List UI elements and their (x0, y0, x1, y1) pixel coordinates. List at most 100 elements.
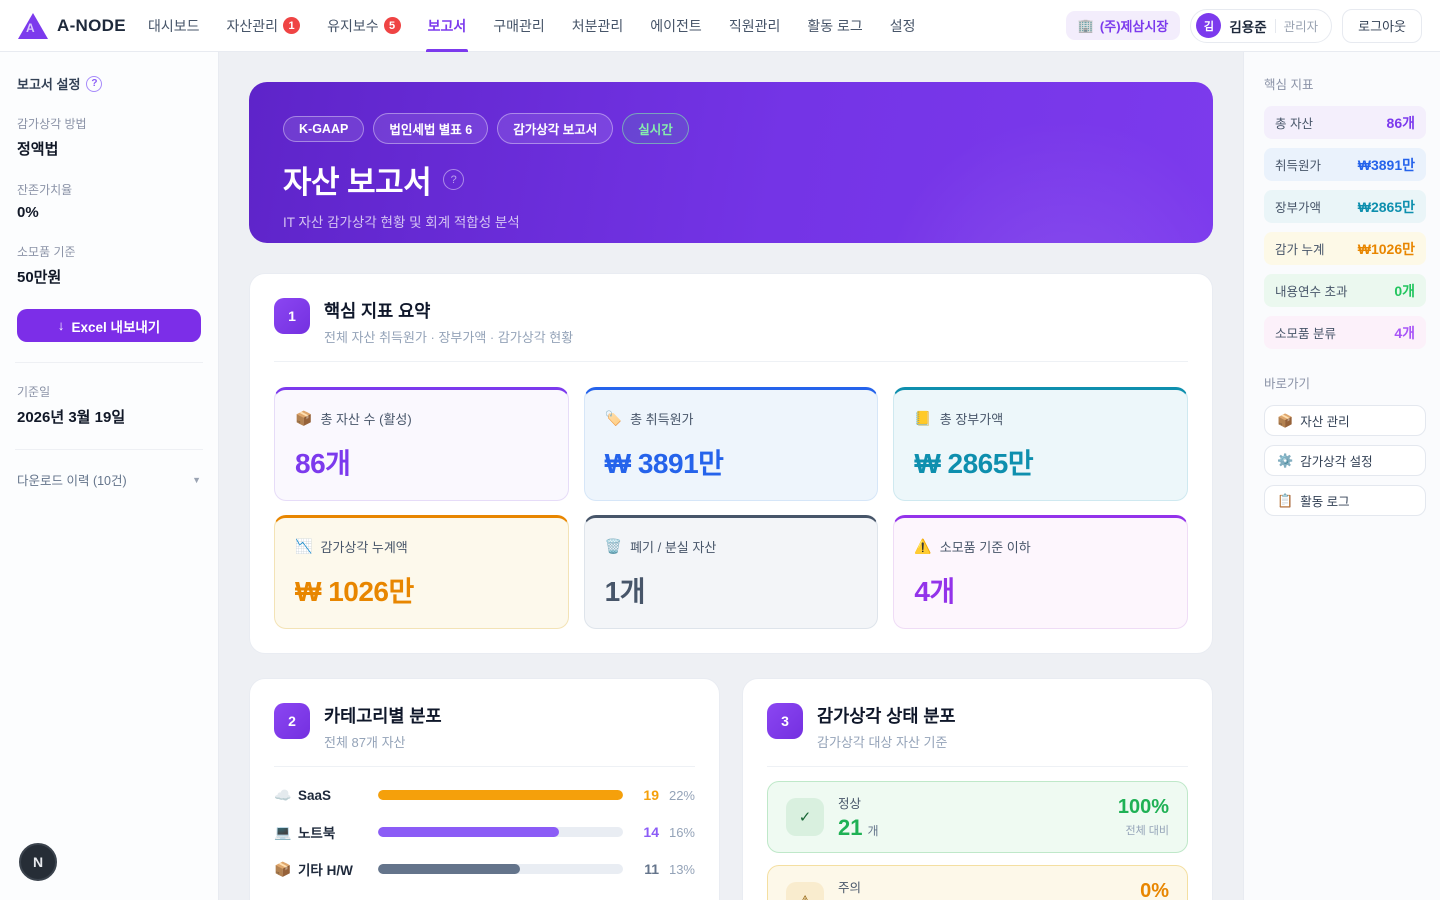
divider (767, 766, 1188, 767)
top-navbar: A-NODE 대시보드 자산관리1 유지보수5 보고서 구매관리 처분관리 에이… (0, 0, 1440, 52)
cloud-icon: ☁️ (274, 787, 298, 804)
nav-item-settings[interactable]: 설정 (890, 0, 916, 52)
ledger-icon: 📒 (914, 410, 931, 427)
section-key-metrics: 1 핵심 지표 요약 전체 자산 취득원가 · 장부가액 · 감가상각 현황 📦… (249, 273, 1213, 654)
nav-item-dashboard[interactable]: 대시보드 (148, 0, 200, 52)
section-title: 핵심 지표 요약 (324, 298, 573, 323)
bar-fill (378, 864, 520, 874)
company-chip[interactable]: 🏢 (주)제삼시장 (1066, 11, 1181, 40)
app-root: A-NODE 대시보드 자산관리1 유지보수5 보고서 구매관리 처분관리 에이… (0, 0, 1440, 900)
nav-item-assets[interactable]: 자산관리1 (227, 0, 301, 52)
section-subtitle: 전체 자산 취득원가 · 장부가액 · 감가상각 현황 (324, 327, 573, 346)
tag-icon: 🏷️ (605, 410, 622, 427)
metric-book-value: 장부가액 ₩2865만 (1264, 190, 1426, 223)
divider (15, 449, 203, 450)
divider (274, 361, 1188, 362)
check-icon: ✓ (786, 798, 824, 836)
kpi-card-below-consumable: ⚠️소모품 기준 이하 4개 (893, 515, 1188, 629)
badge-depreciation-report: 감가상각 보고서 (497, 113, 613, 144)
bar-track (378, 790, 623, 800)
chart-down-icon: 📉 (295, 538, 312, 555)
laptop-icon: 💻 (274, 824, 298, 841)
user-role: 관리자 (1284, 16, 1319, 35)
nav-item-maintenance[interactable]: 유지보수5 (327, 0, 401, 52)
building-icon: 🏢 (1078, 18, 1094, 34)
page-subtitle: IT 자산 감가상각 현황 및 회계 적합성 분석 (283, 211, 1179, 231)
title-help-icon[interactable]: ? (443, 169, 464, 190)
kpi-card-acquisition-cost: 🏷️총 취득원가 ₩ 3891만 (584, 387, 879, 501)
clipboard-icon: 📋 (1277, 493, 1293, 509)
category-row-other-hw: 📦 기타 H/W 11 13% (274, 861, 695, 877)
trash-icon: 🗑️ (605, 538, 622, 555)
sidebar-title: 보고서 설정 (17, 74, 80, 93)
main-content: K-GAAP 법인세법 별표 6 감가상각 보고서 실시간 자산 보고서 ? I… (219, 52, 1243, 900)
metric-total-assets: 총 자산 86개 (1264, 106, 1426, 139)
header-right-cluster: 🏢 (주)제삼시장 김 김용준 관리자 로그아웃 (1066, 9, 1440, 43)
maintenance-badge: 5 (384, 17, 401, 34)
section-number-badge: 3 (767, 703, 803, 739)
assets-badge: 1 (283, 17, 300, 34)
shortcuts-heading: 바로가기 (1264, 373, 1426, 392)
kpi-card-accumulated-depreciation: 📉감가상각 누계액 ₩ 1026만 (274, 515, 569, 629)
nav-item-reports[interactable]: 보고서 (428, 0, 467, 52)
main-nav: 대시보드 자산관리1 유지보수5 보고서 구매관리 처분관리 에이전트 직원관리… (148, 0, 916, 52)
status-card-warning: ⚠ 주의 0 개 0% 전체 대비 (767, 865, 1188, 900)
floating-n-button[interactable]: N (19, 843, 57, 881)
metric-over-useful-life: 내용연수 초과 0개 (1264, 274, 1426, 307)
metrics-heading: 핵심 지표 (1264, 74, 1426, 93)
category-row-laptop: 💻 노트북 14 16% (274, 824, 695, 840)
setting-depreciation-method: 감가상각 방법 정액법 (17, 115, 201, 159)
section-subtitle: 감가상각 대상 자산 기준 (817, 732, 956, 751)
base-date: 기준일 2026년 3월 19일 (17, 383, 201, 427)
setting-consumable-threshold: 소모품 기준 50만원 (17, 243, 201, 287)
excel-export-button[interactable]: ↓ Excel 내보내기 (17, 309, 201, 342)
section-title: 감가상각 상태 분포 (817, 703, 956, 728)
package-icon: 📦 (1277, 413, 1293, 429)
setting-residual-rate: 잔존가치율 0% (17, 181, 201, 221)
divider (274, 766, 695, 767)
logout-button[interactable]: 로그아웃 (1342, 9, 1422, 43)
key-metrics-sidebar: 핵심 지표 총 자산 86개 취득원가 ₩3891만 장부가액 ₩2865만 감… (1243, 52, 1440, 900)
nav-item-employees[interactable]: 직원관리 (729, 0, 781, 52)
logo-triangle-icon (18, 11, 48, 41)
section-subtitle: 전체 87개 자산 (324, 732, 442, 751)
nav-item-activity-log[interactable]: 활동 로그 (807, 0, 862, 52)
user-chip[interactable]: 김 김용준 관리자 (1190, 9, 1332, 43)
page-title: 자산 보고서 (283, 157, 431, 202)
badge-live: 실시간 (622, 113, 689, 144)
kpi-card-book-value: 📒총 장부가액 ₩ 2865만 (893, 387, 1188, 501)
category-row-saas: ☁️ SaaS 19 22% (274, 787, 695, 803)
report-settings-sidebar: 보고서 설정 ? 감가상각 방법 정액법 잔존가치율 0% 소모품 기준 50만… (0, 52, 219, 900)
nav-item-purchasing[interactable]: 구매관리 (493, 0, 545, 52)
app-logo[interactable]: A-NODE (0, 11, 148, 41)
company-name: (주)제삼시장 (1100, 16, 1168, 35)
bar-track (378, 864, 623, 874)
report-hero-banner: K-GAAP 법인세법 별표 6 감가상각 보고서 실시간 자산 보고서 ? I… (249, 82, 1213, 243)
section-depreciation-status: 3 감가상각 상태 분포 감가상각 대상 자산 기준 ✓ 정상 21 개 (742, 678, 1213, 900)
nav-item-disposal[interactable]: 처분관리 (572, 0, 624, 52)
warning-icon: ⚠️ (914, 538, 931, 555)
section-title: 카테고리별 분포 (324, 703, 442, 728)
shortcut-depreciation-settings[interactable]: ⚙️ 감가상각 설정 (1264, 445, 1426, 476)
user-name: 김용준 (1229, 16, 1266, 36)
package-icon: 📦 (295, 410, 312, 427)
logo-text: A-NODE (57, 16, 126, 36)
metric-accumulated-depreciation: 감가 누계 ₩1026만 (1264, 232, 1426, 265)
help-icon[interactable]: ? (86, 76, 102, 92)
divider (15, 362, 203, 363)
bar-fill (378, 827, 559, 837)
badge-kgaap: K-GAAP (283, 116, 364, 142)
divider (1275, 19, 1276, 33)
shortcut-asset-management[interactable]: 📦 자산 관리 (1264, 405, 1426, 436)
kpi-card-total-assets: 📦총 자산 수 (활성) 86개 (274, 387, 569, 501)
metric-acquisition-cost: 취득원가 ₩3891만 (1264, 148, 1426, 181)
package-icon: 📦 (274, 861, 298, 878)
gear-icon: ⚙️ (1277, 453, 1293, 469)
bar-track (378, 827, 623, 837)
download-icon: ↓ (58, 318, 65, 333)
download-history-toggle[interactable]: 다운로드 이력 (10건) ▼ (17, 470, 201, 489)
shortcut-activity-log[interactable]: 📋 활동 로그 (1264, 485, 1426, 516)
status-card-normal: ✓ 정상 21 개 100% 전체 대비 (767, 781, 1188, 853)
section-category-distribution: 2 카테고리별 분포 전체 87개 자산 ☁️ SaaS 19 22% (249, 678, 720, 900)
nav-item-agent[interactable]: 에이전트 (650, 0, 702, 52)
